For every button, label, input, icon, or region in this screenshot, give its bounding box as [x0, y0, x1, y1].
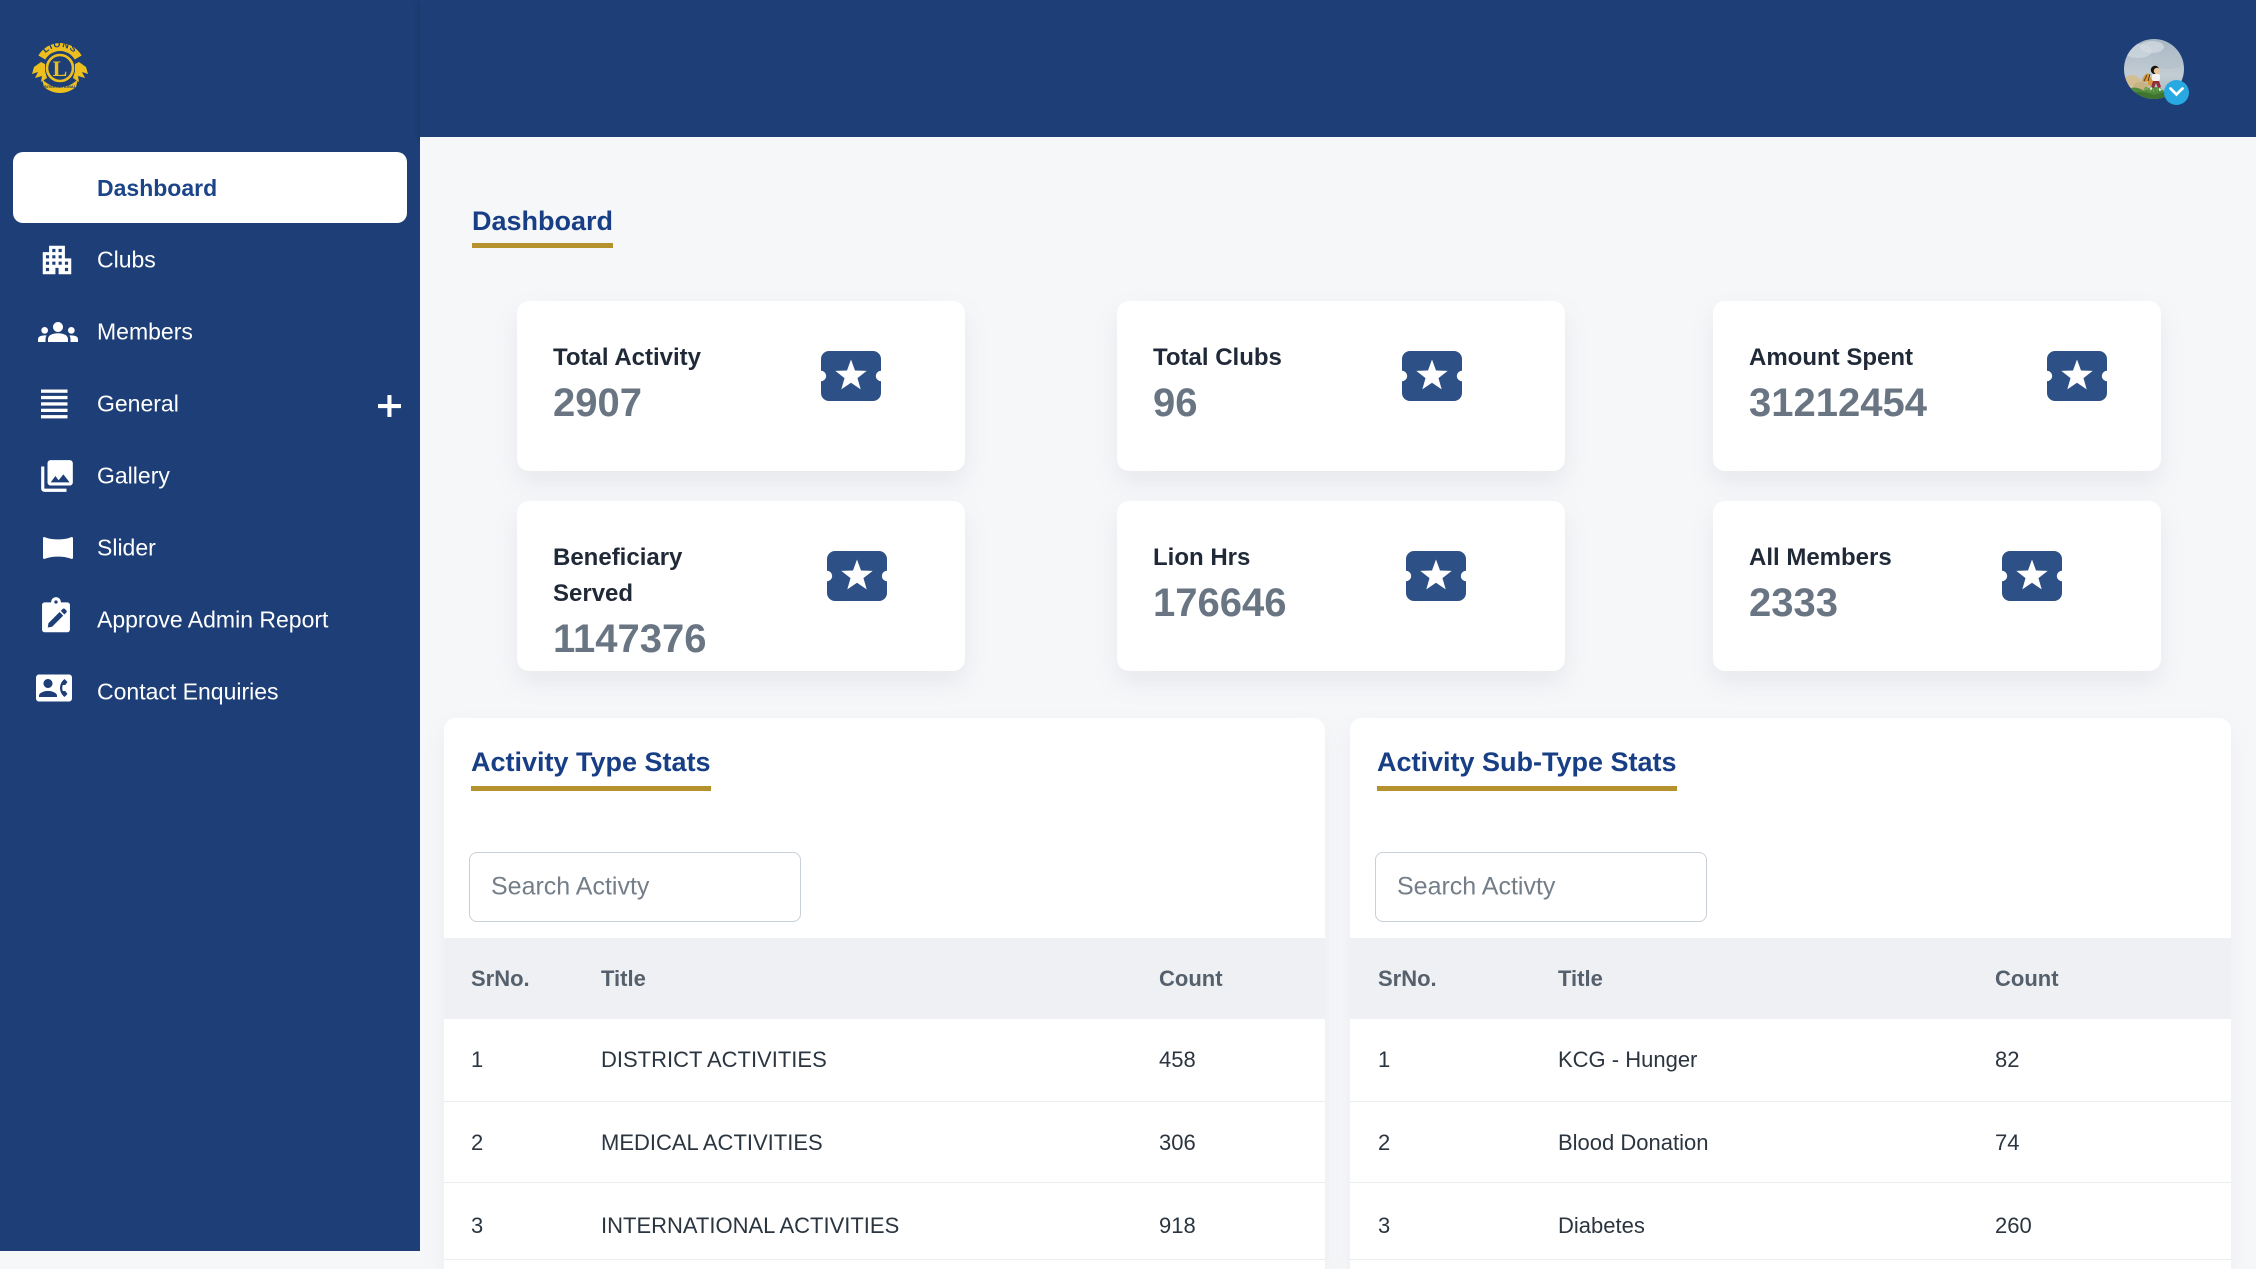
svg-text:LIONS: LIONS [40, 39, 79, 55]
svg-text:L: L [53, 56, 68, 81]
svg-text:INTERNATIONAL: INTERNATIONAL [44, 84, 77, 89]
